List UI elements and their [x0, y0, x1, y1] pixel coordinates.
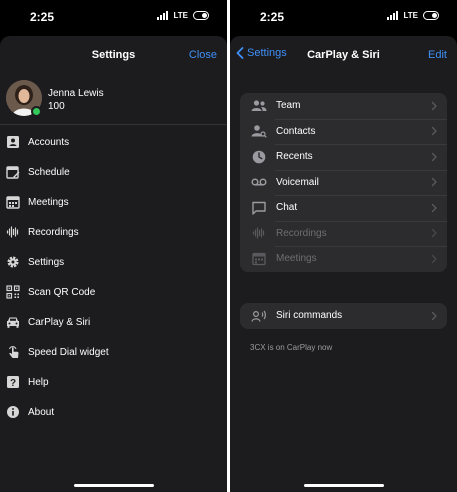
status-time: 2:25 — [30, 10, 55, 24]
carplay-siri-screen: 2:25 LTE Settings CarPlay & Siri Edit Te… — [230, 0, 457, 492]
team-icon — [251, 99, 267, 113]
meetings-icon — [251, 252, 267, 266]
menu-item-accounts[interactable]: Accounts — [0, 127, 227, 157]
recordings-icon — [251, 226, 267, 240]
feature-row-contacts[interactable]: Contacts — [240, 118, 447, 145]
signal-icon — [157, 11, 169, 20]
status-time: 2:25 — [260, 10, 285, 24]
siri-commands-group: Siri commands — [240, 303, 447, 329]
gear-icon — [6, 255, 20, 269]
menu-item-carplay-siri[interactable]: CarPlay & Siri — [0, 307, 227, 337]
presence-badge — [31, 106, 42, 117]
menu-item-speed-dial-widget[interactable]: Speed Dial widget — [0, 337, 227, 367]
chevron-right-icon — [431, 152, 437, 161]
page-title: CarPlay & Siri — [307, 49, 380, 61]
tap-icon — [6, 345, 20, 359]
menu-item-recordings[interactable]: Recordings — [0, 217, 227, 247]
feature-row-voicemail[interactable]: Voicemail — [240, 169, 447, 196]
qr-code-icon — [6, 285, 20, 299]
signal-icon — [387, 11, 399, 20]
contacts-icon — [251, 124, 267, 139]
chat-icon — [251, 201, 267, 215]
accounts-icon — [6, 135, 20, 149]
recordings-icon — [6, 225, 20, 239]
menu-item-schedule[interactable]: Schedule — [0, 157, 227, 187]
edit-button[interactable]: Edit — [428, 49, 447, 61]
feature-row-recordings[interactable]: Recordings — [240, 220, 447, 247]
status-bar: 2:25 LTE — [230, 0, 457, 32]
profile-header[interactable]: Jenna Lewis 100 — [0, 80, 227, 124]
feature-row-meetings[interactable]: Meetings — [240, 246, 447, 272]
menu-item-help[interactable]: ? Help — [0, 367, 227, 397]
status-bar: 2:25 LTE — [0, 0, 227, 32]
chevron-right-icon — [431, 254, 437, 263]
menu-item-meetings[interactable]: Meetings — [0, 187, 227, 217]
network-label: LTE — [173, 11, 188, 20]
profile-name: Jenna Lewis — [48, 88, 104, 99]
home-indicator[interactable] — [303, 484, 384, 487]
chevron-right-icon — [431, 178, 437, 187]
nav-bar: Settings Close — [0, 36, 227, 76]
home-indicator[interactable] — [73, 484, 154, 487]
settings-screen: 2:25 LTE Settings Close Jenna Lewis 100 — [0, 0, 227, 492]
menu-item-settings[interactable]: Settings — [0, 247, 227, 277]
menu-item-scan-qr-code[interactable]: Scan QR Code — [0, 277, 227, 307]
chevron-right-icon — [431, 127, 437, 136]
profile-extension: 100 — [48, 101, 65, 112]
feature-row-recents[interactable]: Recents — [240, 144, 447, 170]
siri-commands-row[interactable]: Siri commands — [240, 303, 447, 329]
carplay-status-note: 3CX is on CarPlay now — [250, 343, 333, 352]
car-icon — [6, 315, 20, 329]
carplay-features-list: Team Contacts Recents Voicemail Chat Rec… — [240, 93, 447, 272]
meetings-icon — [6, 195, 20, 209]
settings-menu: Accounts Schedule Meetings Recordings Se… — [0, 127, 227, 427]
close-button[interactable]: Close — [189, 49, 217, 61]
chevron-right-icon — [431, 229, 437, 238]
chevron-right-icon — [431, 101, 437, 110]
schedule-icon — [6, 165, 20, 179]
clock-icon — [251, 150, 267, 164]
divider — [0, 124, 227, 125]
network-label: LTE — [403, 11, 418, 20]
siri-voice-icon — [251, 309, 267, 323]
menu-item-about[interactable]: About — [0, 397, 227, 427]
settings-sheet: Settings Close Jenna Lewis 100 Accounts — [0, 36, 227, 492]
battery-icon — [423, 11, 439, 20]
info-icon — [6, 405, 20, 419]
nav-bar: Settings CarPlay & Siri Edit — [230, 36, 457, 76]
voicemail-icon — [251, 175, 267, 189]
chevron-right-icon — [431, 203, 437, 212]
feature-row-chat[interactable]: Chat — [240, 195, 447, 221]
chevron-right-icon — [431, 311, 437, 320]
battery-icon — [193, 11, 209, 20]
help-icon: ? — [6, 375, 20, 389]
svg-text:?: ? — [10, 378, 16, 389]
carplay-sheet: Settings CarPlay & Siri Edit Team Contac… — [230, 36, 457, 492]
feature-row-team[interactable]: Team — [240, 93, 447, 119]
